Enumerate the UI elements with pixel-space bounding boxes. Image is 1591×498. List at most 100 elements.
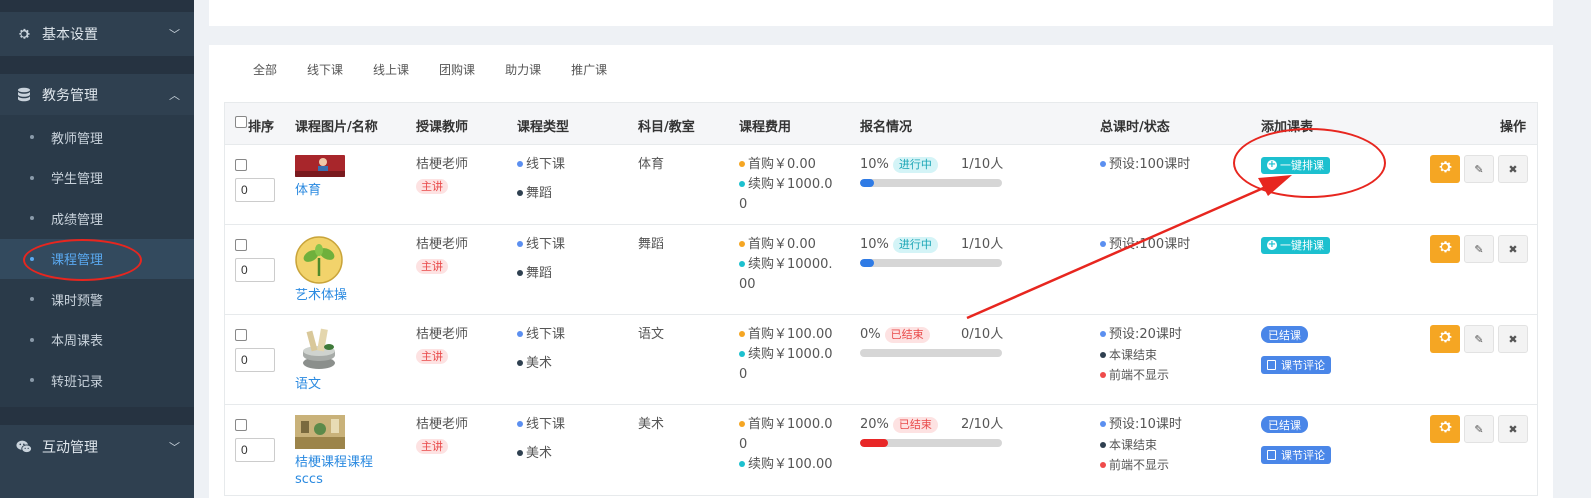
row-checkbox[interactable] xyxy=(235,329,247,345)
progress-fill xyxy=(860,439,889,447)
edit-button[interactable]: ✎ xyxy=(1464,325,1494,353)
button-label: 一键排课 xyxy=(1280,239,1324,252)
course-name-link[interactable]: 语文 xyxy=(295,373,343,392)
course-name-link[interactable]: 体育 xyxy=(295,179,345,198)
tab-promotion[interactable]: 推广课 xyxy=(571,61,607,78)
signup-percent: 0% xyxy=(860,327,881,342)
status-badge: 进行中 xyxy=(892,237,938,253)
sidebar-item-hour-alerts[interactable]: 课时预警 xyxy=(0,279,194,320)
lesson-review-button[interactable]: 课节评论 xyxy=(1261,356,1331,374)
fee-renew: 续购￥100.00 xyxy=(748,457,833,472)
sort-input[interactable] xyxy=(235,348,275,372)
sidebar-item-grades[interactable]: 成绩管理 xyxy=(0,198,194,239)
sidebar: 基本设置 ﹀ 教务管理 ︿ 教师管理 学生管理 成绩管理 课程管理 课时预警 本… xyxy=(0,0,194,498)
course-thumbnail xyxy=(303,328,335,369)
bullet-dot xyxy=(517,241,523,247)
select-all-checkbox[interactable] xyxy=(235,116,247,132)
teacher-name: 桔梗老师 xyxy=(416,157,469,172)
settings-button[interactable] xyxy=(1430,415,1460,443)
edit-button[interactable]: ✎ xyxy=(1464,415,1494,443)
teacher-cell: 桔梗老师 主讲 xyxy=(416,155,468,194)
course-name-link[interactable]: 桔梗课程课程 xyxy=(295,451,373,470)
table-row: 桔梗课程课程 sccs 桔梗老师 主讲 线下课 美术 美术 首购￥1000.0 … xyxy=(225,405,1537,495)
bullet-dot xyxy=(30,216,34,221)
header-fee: 课程费用 xyxy=(739,120,792,135)
course-mode: 线下课 xyxy=(526,327,566,342)
type-cell: 线下课 美术 xyxy=(517,415,565,464)
row-actions: ✎ ✖ xyxy=(1430,325,1528,353)
course-ended: 本课结束 xyxy=(1109,438,1158,452)
sidebar-group-head[interactable]: 基本设置 ﹀ xyxy=(0,12,194,56)
bullet-dot xyxy=(517,161,523,167)
bullet-dot xyxy=(30,378,34,383)
sidebar-item-teachers[interactable]: 教师管理 xyxy=(0,117,194,158)
course-ended: 本课结束 xyxy=(1109,348,1158,362)
sidebar-group-head[interactable]: 教务管理 ︿ xyxy=(0,74,194,115)
bullet-dot xyxy=(739,461,745,467)
bullet-dot xyxy=(517,270,523,276)
sidebar-group-academic[interactable]: 教务管理 ︿ 教师管理 学生管理 成绩管理 课程管理 课时预警 本周课表 转班记… xyxy=(0,74,194,407)
course-name-link-2[interactable]: sccs xyxy=(295,472,373,487)
delete-button[interactable]: ✖ xyxy=(1498,235,1528,263)
settings-button[interactable] xyxy=(1430,155,1460,183)
sidebar-item-weekly-schedule[interactable]: 本周课表 xyxy=(0,320,194,361)
row-checkbox[interactable] xyxy=(235,239,247,255)
bullet-dot xyxy=(30,175,34,180)
delete-button[interactable]: ✖ xyxy=(1498,325,1528,353)
delete-button[interactable]: ✖ xyxy=(1498,155,1528,183)
fee-cell: 首购￥100.00 续购￥1000.0 0 xyxy=(739,325,833,385)
lesson-review-button[interactable]: 课节评论 xyxy=(1261,446,1331,464)
fee-renew-wrap: 00 xyxy=(739,277,756,292)
document-icon xyxy=(1267,450,1276,460)
course-finished-button[interactable]: 已结课 xyxy=(1261,416,1308,433)
row-checkbox[interactable] xyxy=(235,419,247,435)
tab-assist[interactable]: 助力课 xyxy=(505,61,541,78)
sidebar-item-label: 本周课表 xyxy=(51,334,104,350)
wechat-icon xyxy=(16,439,32,455)
signup-progress-bar xyxy=(860,349,1002,357)
course-finished-button[interactable]: 已结课 xyxy=(1261,326,1308,343)
button-label: 课节评论 xyxy=(1281,359,1325,372)
sidebar-group-head[interactable]: 互动管理 ﹀ xyxy=(0,425,194,469)
course-cell: 体育 xyxy=(295,155,345,198)
tab-all[interactable]: 全部 xyxy=(253,61,277,78)
row-checkbox[interactable] xyxy=(235,159,247,175)
bullet-dot xyxy=(517,360,523,366)
bullet-dot xyxy=(739,421,745,427)
course-category: 美术 xyxy=(526,446,553,461)
course-mode: 线下课 xyxy=(526,237,566,252)
bullet-dot xyxy=(1100,161,1106,167)
sidebar-group-interaction[interactable]: 互动管理 ﹀ xyxy=(0,425,194,469)
type-cell: 线下课 美术 xyxy=(517,325,565,374)
sort-input[interactable] xyxy=(235,438,275,462)
sidebar-item-students[interactable]: 学生管理 xyxy=(0,158,194,199)
fee-cell: 首购￥1000.0 0 续购￥100.00 xyxy=(739,415,833,475)
auto-schedule-button[interactable]: + 一键排课 xyxy=(1261,236,1330,254)
tab-group-buy[interactable]: 团购课 xyxy=(439,61,475,78)
sidebar-item-label: 课时预警 xyxy=(51,293,104,309)
edit-button[interactable]: ✎ xyxy=(1464,235,1494,263)
sidebar-item-courses[interactable]: 课程管理 xyxy=(0,238,194,279)
subject: 语文 xyxy=(638,327,665,342)
tab-online[interactable]: 线上课 xyxy=(373,61,409,78)
settings-button[interactable] xyxy=(1430,235,1460,263)
course-filter-tabs: 全部 线下课 线上课 团购课 助力课 推广课 xyxy=(253,61,637,78)
sidebar-group-basic-settings[interactable]: 基本设置 ﹀ xyxy=(0,12,194,56)
teacher-cell: 桔梗老师 主讲 xyxy=(416,415,468,454)
course-cell: 语文 xyxy=(295,325,343,392)
bullet-dot xyxy=(517,331,523,337)
bullet-dot xyxy=(739,331,745,337)
sort-input[interactable] xyxy=(235,258,275,282)
edit-button[interactable]: ✎ xyxy=(1464,155,1494,183)
course-mode: 线下课 xyxy=(526,417,566,432)
subject: 美术 xyxy=(638,417,665,432)
sidebar-item-class-transfers[interactable]: 转班记录 xyxy=(0,360,194,401)
delete-button[interactable]: ✖ xyxy=(1498,415,1528,443)
auto-schedule-button[interactable]: + 一键排课 xyxy=(1261,156,1330,174)
button-label: 课节评论 xyxy=(1281,449,1325,462)
settings-button[interactable] xyxy=(1430,325,1460,353)
sort-input[interactable] xyxy=(235,178,275,202)
close-icon: ✖ xyxy=(1508,422,1518,436)
course-name-link[interactable]: 艺术体操 xyxy=(295,284,347,303)
tab-offline[interactable]: 线下课 xyxy=(307,61,343,78)
